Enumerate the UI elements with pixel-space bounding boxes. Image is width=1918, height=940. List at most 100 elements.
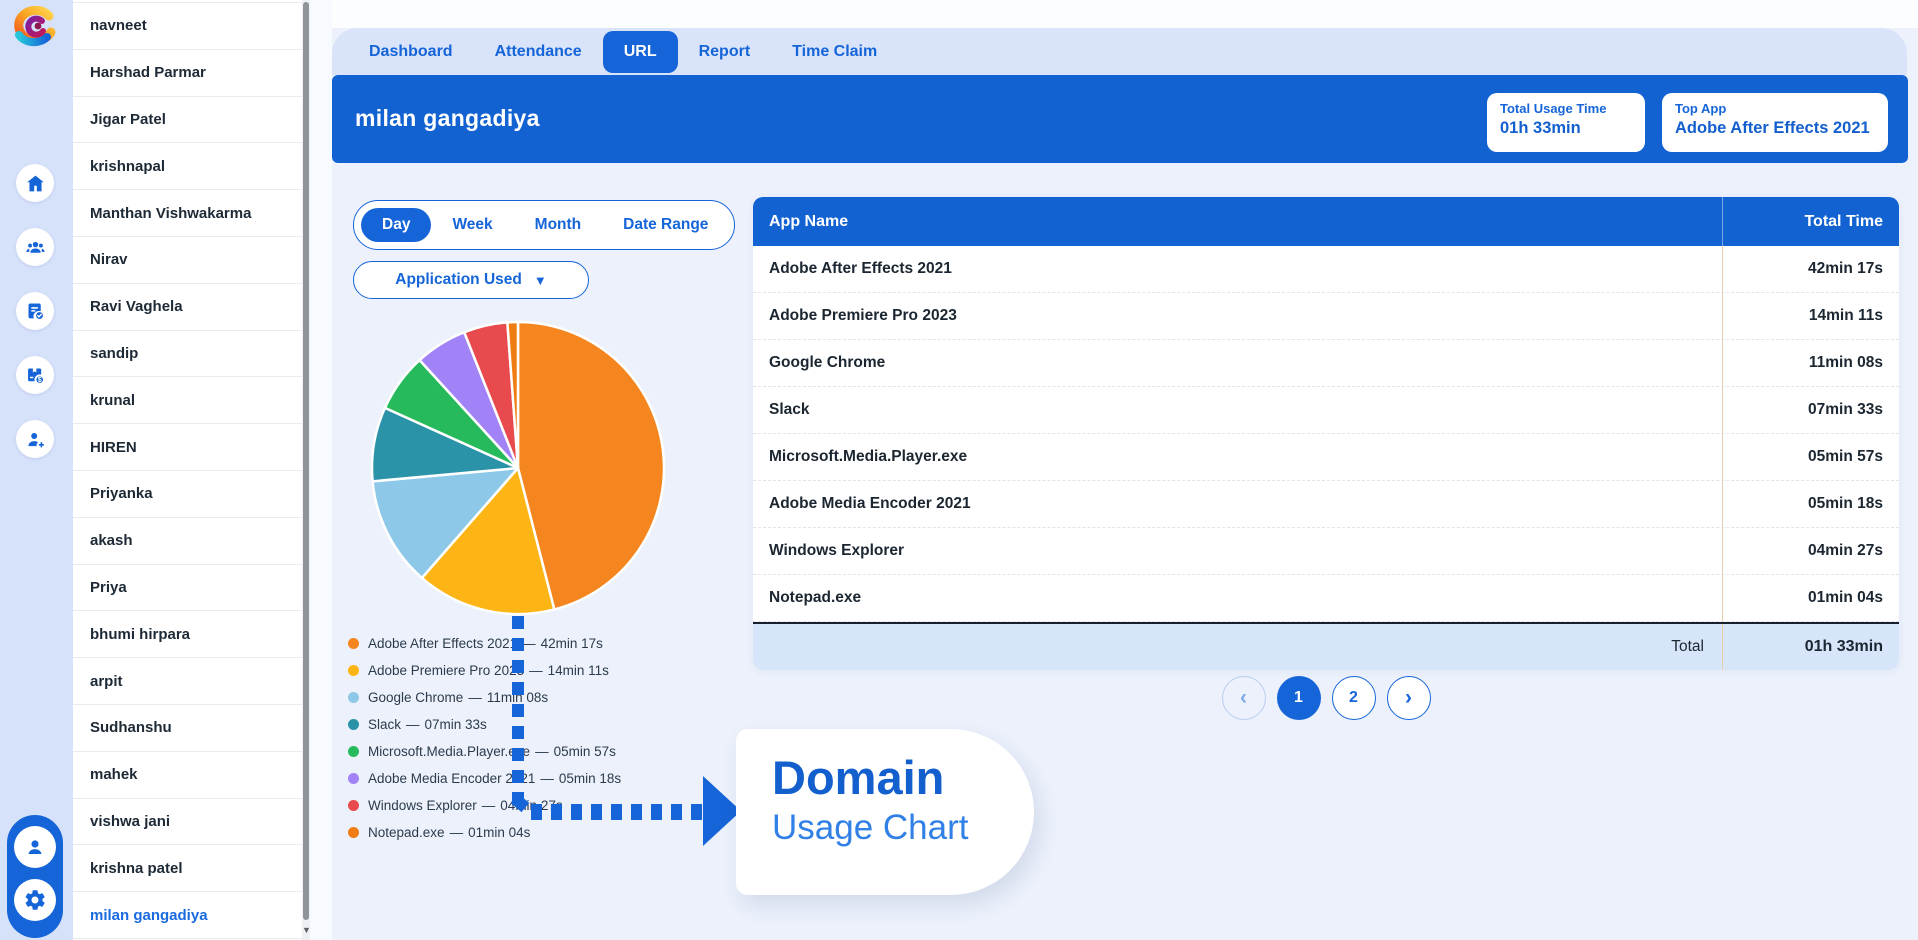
employee-list-item[interactable]: Sudhanshu <box>73 705 302 752</box>
total-label: Total <box>753 638 1722 656</box>
employee-name: Ravi Vaghela <box>90 298 183 315</box>
home-icon[interactable] <box>16 164 54 202</box>
legend-time: 05min 18s <box>559 771 621 786</box>
employee-name: Nirav <box>90 251 128 268</box>
employee-name: Harshad Parmar <box>90 64 206 81</box>
employee-list-item[interactable]: krishna patel <box>73 845 302 892</box>
table-row: Slack 07min 33s <box>753 387 1899 434</box>
employee-list-item[interactable]: krunal <box>73 377 302 424</box>
employee-list-item[interactable]: HIREN <box>73 424 302 471</box>
employee-list-item[interactable]: Harshad Parmar <box>73 50 302 97</box>
report-check-icon[interactable] <box>16 292 54 330</box>
next-page-button[interactable]: › <box>1387 676 1431 720</box>
employee-list-item[interactable]: sandip <box>73 331 302 378</box>
employee-list-item[interactable]: navneet <box>73 3 302 50</box>
total-value: 01h 33min <box>1722 624 1899 670</box>
employee-list-item[interactable]: Priyanka <box>73 471 302 518</box>
legend-label: Adobe Media Encoder 2021 <box>368 771 535 786</box>
employee-list-item[interactable]: Nirav <box>73 237 302 284</box>
range-day[interactable]: Day <box>361 208 431 242</box>
employee-name: bhumi hirpara <box>90 626 190 643</box>
scrollbar-down-arrow[interactable]: ▼ <box>302 925 310 935</box>
pagination: ‹ 1 2 › <box>753 676 1899 720</box>
table-total-row: Total 01h 33min <box>753 622 1899 670</box>
employee-list-item[interactable]: Jigar Patel <box>73 97 302 144</box>
column-header-app-name: App Name <box>753 213 1722 231</box>
package-billing-icon[interactable]: $ <box>16 356 54 394</box>
range-date-range[interactable]: Date Range <box>602 216 729 234</box>
employee-list-item[interactable]: akash <box>73 518 302 565</box>
tab-report[interactable]: Report <box>678 31 772 73</box>
stat-value: 01h 33min <box>1500 119 1632 138</box>
legend-item: Google Chrome—11min 08s <box>348 684 621 711</box>
rail-footer <box>7 815 63 938</box>
total-time-cell: 05min 18s <box>1722 481 1899 527</box>
app-name-cell: Windows Explorer <box>753 542 1722 560</box>
employee-name: Priyanka <box>90 485 153 502</box>
total-usage-time-card: Total Usage Time 01h 33min <box>1487 93 1645 152</box>
employee-name: sandip <box>90 345 138 362</box>
application-used-dropdown[interactable]: Application Used ▼ <box>353 261 589 299</box>
employee-list-item[interactable]: bhumi hirpara <box>73 611 302 658</box>
svg-text:$: $ <box>37 377 41 384</box>
employee-list-item[interactable]: krishnapal <box>73 143 302 190</box>
employee-name: Jigar Patel <box>90 111 166 128</box>
employee-list-item[interactable]: Manthan Vishwakarma <box>73 190 302 237</box>
total-time-cell: 01min 04s <box>1722 575 1899 621</box>
callout-title: Domain <box>772 753 1034 802</box>
table-row: Google Chrome 11min 08s <box>753 340 1899 387</box>
tab-strip: Dashboard Attendance URL Report Time Cla… <box>332 28 1907 75</box>
tab-attendance[interactable]: Attendance <box>474 31 603 73</box>
employee-name: krunal <box>90 392 135 409</box>
legend-time: 14min 11s <box>548 663 609 678</box>
employee-list-item[interactable]: mahek <box>73 752 302 799</box>
employee-name: Priya <box>90 579 127 596</box>
employee-list-item[interactable]: arpit <box>73 658 302 705</box>
total-time-cell: 05min 57s <box>1722 434 1899 480</box>
legend-label: Microsoft.Media.Player.exe <box>368 744 530 759</box>
legend-label: Adobe After Effects 2021 <box>368 636 517 651</box>
legend-item: Microsoft.Media.Player.exe—05min 57s <box>348 738 621 765</box>
page-button-1[interactable]: 1 <box>1277 676 1321 720</box>
table-body: Adobe After Effects 2021 42min 17s Adobe… <box>753 246 1899 622</box>
page-button-2[interactable]: 2 <box>1332 676 1376 720</box>
tab-dashboard[interactable]: Dashboard <box>348 31 474 73</box>
dashed-connector-horizontal <box>531 804 703 820</box>
legend-color-dot <box>348 638 359 649</box>
legend-label: Notepad.exe <box>368 825 445 840</box>
previous-page-button[interactable]: ‹ <box>1222 676 1266 720</box>
top-background-band <box>310 0 1918 28</box>
page-title: milan gangadiya <box>355 105 540 132</box>
employee-list-item[interactable]: vishwa jani <box>73 799 302 846</box>
brand-logo[interactable] <box>11 4 59 52</box>
table-row: Notepad.exe 01min 04s <box>753 575 1899 622</box>
tab-url[interactable]: URL <box>603 31 678 73</box>
app-name-cell: Adobe Media Encoder 2021 <box>753 495 1722 513</box>
employee-list-item[interactable]: Ravi Vaghela <box>73 284 302 331</box>
profile-icon[interactable] <box>14 826 56 868</box>
content-gutter <box>310 0 332 940</box>
employee-list-scrollbar[interactable]: ▼ <box>302 0 310 940</box>
total-time-cell: 42min 17s <box>1722 246 1899 292</box>
legend-color-dot <box>348 800 359 811</box>
employee-list-item[interactable]: Priya <box>73 565 302 612</box>
icon-rail: $ <box>0 0 73 940</box>
team-icon[interactable] <box>16 228 54 266</box>
employee-list-item[interactable]: milan gangadiya <box>73 892 302 939</box>
add-user-icon[interactable] <box>16 420 54 458</box>
employee-name: krishna patel <box>90 860 183 877</box>
total-time-cell: 04min 27s <box>1722 528 1899 574</box>
tab-time-claim[interactable]: Time Claim <box>771 31 898 73</box>
settings-icon[interactable] <box>14 879 56 921</box>
table-header-row: App Name Total Time <box>753 197 1899 246</box>
legend-label: Google Chrome <box>368 690 463 705</box>
employee-name: akash <box>90 532 133 549</box>
scrollbar-thumb[interactable] <box>303 2 309 920</box>
employee-name: Manthan Vishwakarma <box>90 205 251 222</box>
range-month[interactable]: Month <box>514 216 602 234</box>
top-app-card: Top App Adobe After Effects 2021 <box>1662 93 1888 152</box>
range-week[interactable]: Week <box>431 216 513 234</box>
table-row: Windows Explorer 04min 27s <box>753 528 1899 575</box>
employee-name: HIREN <box>90 439 137 456</box>
employee-name: krishnapal <box>90 158 165 175</box>
